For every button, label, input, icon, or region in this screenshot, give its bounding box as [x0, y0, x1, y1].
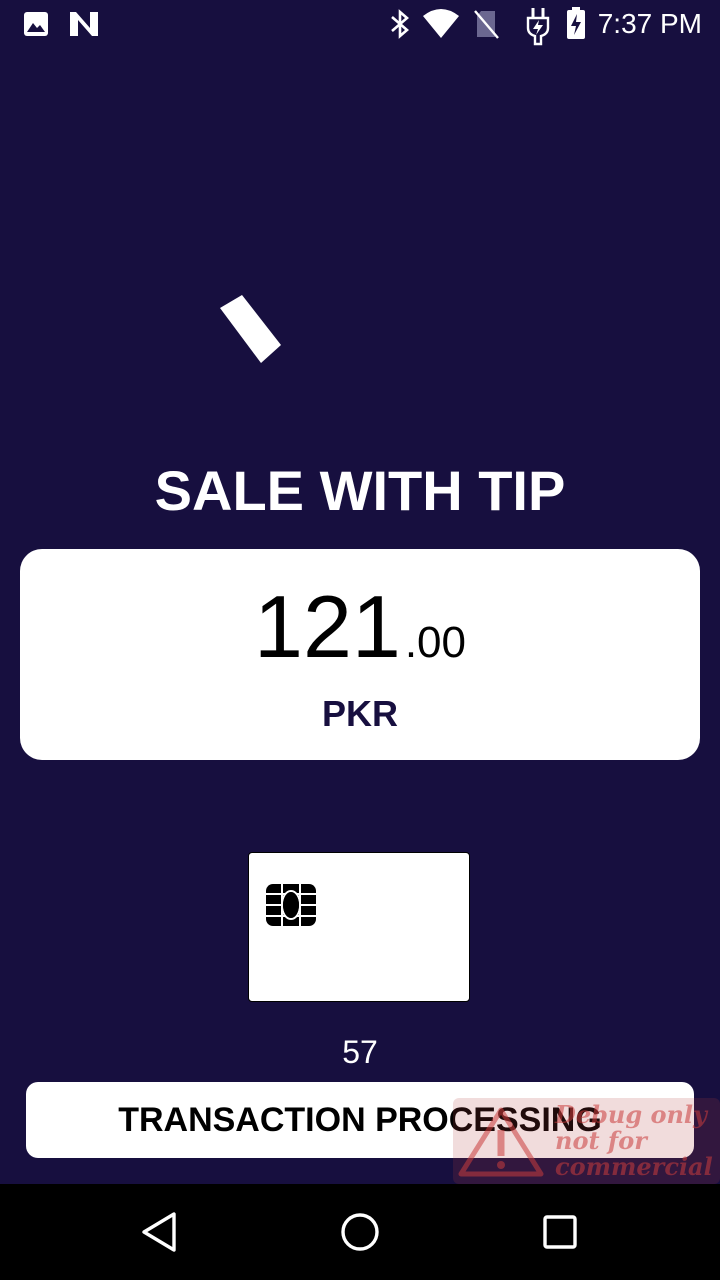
transaction-title: SALE WITH TIP [154, 459, 566, 522]
wifi-icon [423, 9, 459, 38]
battery-charging-icon [567, 7, 585, 39]
loading-spinner [220, 295, 281, 363]
card-insert-graphic [248, 852, 470, 1002]
image-icon [24, 12, 48, 36]
bluetooth-icon [391, 9, 409, 39]
amount-decimal: .00 [404, 618, 466, 667]
amount-integer: 121 [254, 577, 401, 676]
recents-icon[interactable] [536, 1208, 584, 1256]
payment-screen: 7:37 PM SALE WITH TIP 121.00 PKR 57 TRAN… [0, 0, 720, 1280]
navigation-bar [0, 1184, 720, 1280]
amount-display: 121.00 [20, 577, 700, 693]
countdown-timer: 57 [342, 1034, 378, 1070]
back-icon[interactable] [136, 1208, 184, 1256]
n-notification-icon [70, 12, 98, 36]
amount-card: 121.00 PKR [20, 549, 700, 760]
transaction-status-message: TRANSACTION PROCESSING [26, 1082, 694, 1158]
currency-label: PKR [321, 693, 398, 734]
no-sim-icon [474, 10, 499, 39]
charging-plug-icon [526, 8, 550, 46]
status-time: 7:37 PM [597, 8, 702, 39]
home-icon[interactable] [336, 1208, 384, 1256]
chip-icon [266, 884, 316, 926]
status-bar: 7:37 PM [0, 0, 720, 48]
